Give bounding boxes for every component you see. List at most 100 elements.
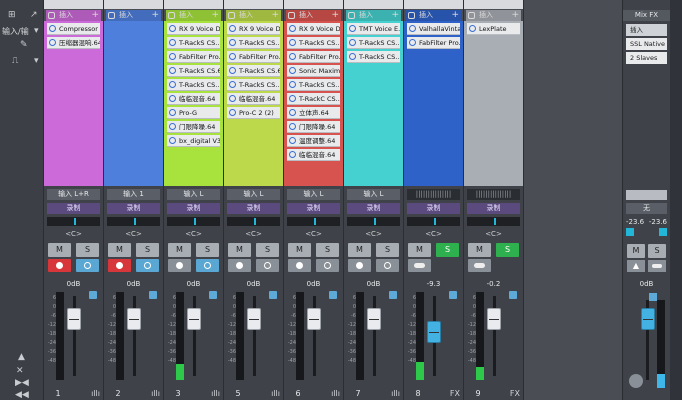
insert-header[interactable]: 插入 + — [46, 10, 101, 21]
power-icon[interactable] — [49, 39, 56, 46]
solo-button[interactable]: S — [436, 243, 459, 257]
solo-button[interactable]: S — [648, 244, 666, 258]
fader-handle[interactable] — [127, 308, 141, 330]
insert-slot[interactable]: T-RackS CS... — [167, 37, 220, 49]
record-arm-button[interactable] — [288, 259, 311, 272]
insert-slot[interactable]: FabFilter Pro... — [407, 37, 460, 49]
insert-slot[interactable]: T-RackS CS.64 — [227, 65, 280, 77]
send-level-bar[interactable] — [167, 217, 220, 226]
insert-header[interactable]: 插入 + — [406, 10, 461, 21]
mute-button[interactable]: M — [48, 243, 71, 257]
automation-button[interactable] — [269, 291, 277, 299]
fader-handle[interactable] — [67, 308, 81, 330]
insert-slot[interactable]: 临临混音.64 — [227, 93, 280, 105]
power-icon[interactable] — [289, 123, 296, 130]
insert-slot[interactable]: FabFilter Pro... — [167, 51, 220, 63]
record-button[interactable]: 录制 — [167, 203, 220, 214]
pan-control[interactable]: <C> — [284, 229, 343, 239]
insert-header[interactable]: 插入 + — [106, 10, 161, 21]
power-icon[interactable] — [348, 12, 355, 19]
power-icon[interactable] — [49, 25, 56, 32]
automation-button[interactable] — [209, 291, 217, 299]
power-icon[interactable] — [409, 25, 416, 32]
insert-slot[interactable]: Pro-C 2 (2) — [227, 107, 280, 119]
insert-slot[interactable]: ValhallaVinta... — [407, 23, 460, 35]
insert-slot[interactable]: RX 9 Voice D... — [287, 23, 340, 35]
insert-slot[interactable]: 临临混音.64 — [167, 93, 220, 105]
insert-slot[interactable]: T-RackS CS... — [347, 51, 400, 63]
monitor-button[interactable] — [76, 259, 99, 272]
mix-fx-preset[interactable]: 无 — [626, 203, 667, 214]
record-button[interactable]: 录制 — [47, 203, 100, 214]
power-icon[interactable] — [48, 12, 55, 19]
insert-slot[interactable]: Compressor — [47, 23, 100, 35]
solo-button[interactable]: S — [256, 243, 279, 257]
mute-button[interactable]: M — [108, 243, 131, 257]
fader-handle[interactable] — [187, 308, 201, 330]
automation-button[interactable] — [89, 291, 97, 299]
power-icon[interactable] — [108, 12, 115, 19]
mix-fx-slot[interactable]: 2 Slaves — [626, 52, 667, 64]
insert-header[interactable]: 插入 + — [286, 10, 341, 21]
power-icon[interactable] — [169, 53, 176, 60]
insert-slot[interactable]: T-RackS CS... — [287, 79, 340, 91]
power-icon[interactable] — [468, 12, 475, 19]
monitor-button[interactable] — [136, 259, 159, 272]
insert-slot[interactable]: T-RackS CS... — [287, 37, 340, 49]
insert-slot[interactable]: T-RackS CS... — [167, 79, 220, 91]
insert-slot[interactable]: T-RackS CS... — [347, 37, 400, 49]
power-icon[interactable] — [408, 12, 415, 19]
insert-slot[interactable]: FabFilter Pro... — [287, 51, 340, 63]
solo-button[interactable]: S — [196, 243, 219, 257]
insert-slot[interactable]: T-RackS CS... — [227, 79, 280, 91]
power-icon[interactable] — [229, 109, 236, 116]
power-icon[interactable] — [169, 39, 176, 46]
input-selector[interactable]: 输入 L — [287, 189, 340, 200]
io-label[interactable]: 输入/输 — [2, 26, 29, 37]
add-icon[interactable]: + — [91, 10, 99, 21]
pan-control[interactable]: <C> — [344, 229, 403, 239]
insert-area[interactable] — [464, 21, 523, 186]
power-icon[interactable] — [349, 39, 356, 46]
power-icon[interactable] — [409, 39, 416, 46]
power-icon[interactable] — [169, 81, 176, 88]
record-arm-button[interactable] — [168, 259, 191, 272]
power-icon[interactable] — [229, 67, 236, 74]
insert-slot[interactable]: RX 9 Voice D... — [227, 23, 280, 35]
send-level-bar[interactable] — [467, 217, 520, 226]
power-icon[interactable] — [168, 12, 175, 19]
power-icon[interactable] — [349, 53, 356, 60]
record-button[interactable]: 录制 — [227, 203, 280, 214]
input-selector[interactable]: 输入 L — [167, 189, 220, 200]
solo-button[interactable]: S — [376, 243, 399, 257]
input-selector[interactable]: ||||||||||||||| — [407, 189, 460, 200]
insert-slot[interactable]: 温度调整.64 — [287, 135, 340, 147]
input-selector[interactable]: 输入 L+R — [47, 189, 100, 200]
power-icon[interactable] — [289, 39, 296, 46]
fader-handle[interactable] — [427, 321, 441, 343]
solo-button[interactable]: S — [136, 243, 159, 257]
power-icon[interactable] — [169, 25, 176, 32]
record-button[interactable]: 录制 — [287, 203, 340, 214]
mix-fx-small-button[interactable] — [649, 293, 657, 301]
fader-handle[interactable] — [307, 308, 321, 330]
power-icon[interactable] — [169, 109, 176, 116]
insert-slot[interactable]: 压缩器混响.64 — [47, 37, 100, 49]
power-icon[interactable] — [289, 95, 296, 102]
pan-control[interactable]: <C> — [224, 229, 283, 239]
insert-slot[interactable]: TMT Voice E... — [347, 23, 400, 35]
automation-button[interactable] — [449, 291, 457, 299]
send-level-bar[interactable] — [287, 217, 340, 226]
mute-button[interactable]: M — [168, 243, 191, 257]
pan-control[interactable]: <C> — [104, 229, 163, 239]
power-icon[interactable] — [229, 39, 236, 46]
insert-slot[interactable]: LexPlate — [467, 23, 520, 35]
record-button[interactable]: 录制 — [347, 203, 400, 214]
power-icon[interactable] — [229, 53, 236, 60]
insert-slot[interactable]: bx_digital V3... — [167, 135, 220, 147]
power-icon[interactable] — [289, 53, 296, 60]
power-icon[interactable] — [289, 81, 296, 88]
pan-control[interactable]: <C> — [404, 229, 463, 239]
power-icon[interactable] — [289, 109, 296, 116]
input-selector[interactable]: 输入 1 — [107, 189, 160, 200]
